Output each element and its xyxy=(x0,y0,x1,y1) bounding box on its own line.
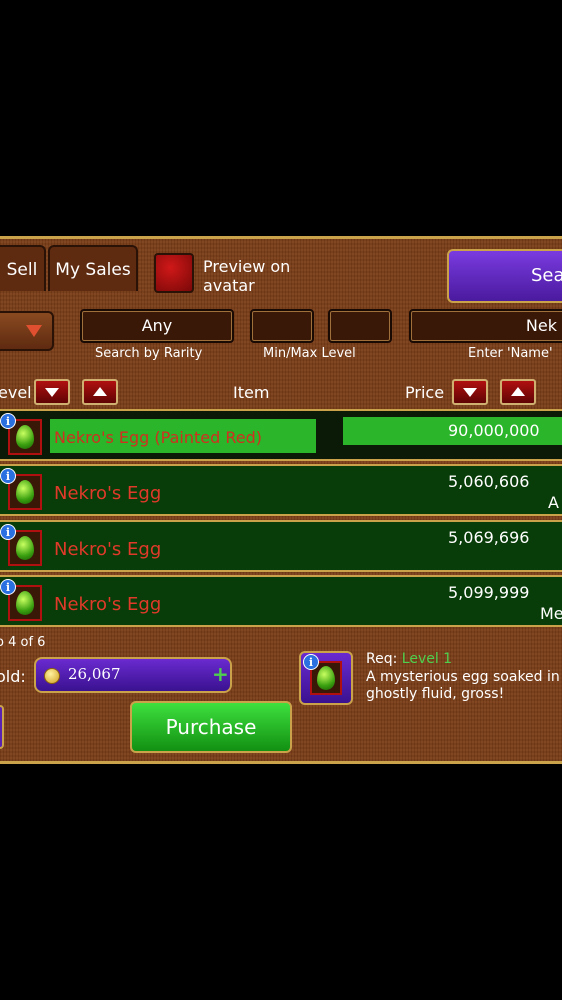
name-search-input[interactable]: Nek xyxy=(409,309,562,343)
item-name: Nekro's Egg xyxy=(54,539,162,560)
name-caption: Enter 'Name' xyxy=(468,346,553,361)
search-button[interactable]: Sear xyxy=(447,249,562,303)
listing-row[interactable]: i Nekro's Egg (Painted Red) 90,000,000 xyxy=(0,409,562,461)
level-sort-desc-button[interactable] xyxy=(34,379,70,405)
max-level-input[interactable] xyxy=(328,309,392,343)
requirement-line: Req: Level 1 xyxy=(366,651,452,667)
left-side-button[interactable] xyxy=(0,705,4,749)
marketplace-panel: Sell My Sales Preview on avatar Sear Any… xyxy=(0,236,562,764)
gold-balance: 26,067 + xyxy=(34,657,232,693)
item-price: 5,069,696 xyxy=(448,528,530,547)
tab-my-sales-label: My Sales xyxy=(55,260,131,280)
item-price: 90,000,000 xyxy=(448,421,540,440)
rarity-value: Any xyxy=(141,316,173,335)
min-level-input[interactable] xyxy=(250,309,314,343)
listing-row[interactable]: i Nekro's Egg 5,099,999 Me xyxy=(0,575,562,627)
rarity-caption: Search by Rarity xyxy=(95,346,203,361)
chevron-down-icon xyxy=(26,325,42,337)
preview-checkbox[interactable] xyxy=(154,253,194,293)
requirement-value: Level 1 xyxy=(401,651,453,667)
arrow-down-icon xyxy=(463,388,477,397)
level-column-header: evel xyxy=(0,383,32,402)
arrow-down-icon xyxy=(45,388,59,397)
info-icon[interactable]: i xyxy=(0,524,16,540)
rarity-select[interactable]: Any xyxy=(80,309,234,343)
listing-row[interactable]: i Nekro's Egg 5,069,696 xyxy=(0,520,562,572)
tab-my-sales[interactable]: My Sales xyxy=(48,245,138,291)
info-icon[interactable]: i xyxy=(303,654,319,670)
name-search-value: Nek xyxy=(525,316,557,335)
egg-icon xyxy=(16,480,34,504)
item-name: Nekro's Egg xyxy=(54,483,162,504)
item-price: 5,060,606 xyxy=(448,472,530,491)
search-button-label: Sear xyxy=(531,265,562,286)
tab-sell[interactable]: Sell xyxy=(0,245,46,291)
purchase-button-label: Purchase xyxy=(165,715,257,739)
level-caption: Min/Max Level xyxy=(263,346,356,361)
preview-label: Preview on avatar xyxy=(203,257,291,295)
requirement-label: Req: xyxy=(366,651,398,667)
purchase-button[interactable]: Purchase xyxy=(130,701,292,753)
add-gold-icon[interactable]: + xyxy=(212,662,229,686)
item-price: 5,099,999 xyxy=(448,583,530,602)
pagination-text: o 4 of 6 xyxy=(0,635,46,650)
arrow-up-icon xyxy=(93,387,107,396)
listing-row[interactable]: i Nekro's Egg 5,060,606 A xyxy=(0,464,562,516)
info-icon[interactable]: i xyxy=(0,413,16,429)
gold-coin-icon xyxy=(44,668,60,684)
info-icon[interactable]: i xyxy=(0,468,16,484)
item-name: Nekro's Egg (Painted Red) xyxy=(54,428,262,447)
gold-amount: 26,067 xyxy=(68,665,121,683)
item-extra: Me xyxy=(540,604,562,623)
egg-icon xyxy=(16,591,34,615)
selected-item-preview[interactable]: i xyxy=(299,651,353,705)
price-sort-asc-button[interactable] xyxy=(500,379,536,405)
price-sort-desc-button[interactable] xyxy=(452,379,488,405)
item-extra: A xyxy=(548,493,559,512)
level-sort-asc-button[interactable] xyxy=(82,379,118,405)
category-dropdown[interactable] xyxy=(0,311,54,351)
egg-icon xyxy=(317,666,335,690)
item-name: Nekro's Egg xyxy=(54,594,162,615)
arrow-up-icon xyxy=(511,387,525,396)
item-column-header: Item xyxy=(233,383,270,402)
info-icon[interactable]: i xyxy=(0,579,16,595)
gold-label: old: xyxy=(0,667,26,686)
egg-icon xyxy=(16,425,34,449)
egg-icon xyxy=(16,536,34,560)
price-column-header: Price xyxy=(405,383,445,402)
tab-sell-label: Sell xyxy=(6,260,38,280)
item-description: A mysterious egg soaked in ghostly fluid… xyxy=(366,669,560,702)
